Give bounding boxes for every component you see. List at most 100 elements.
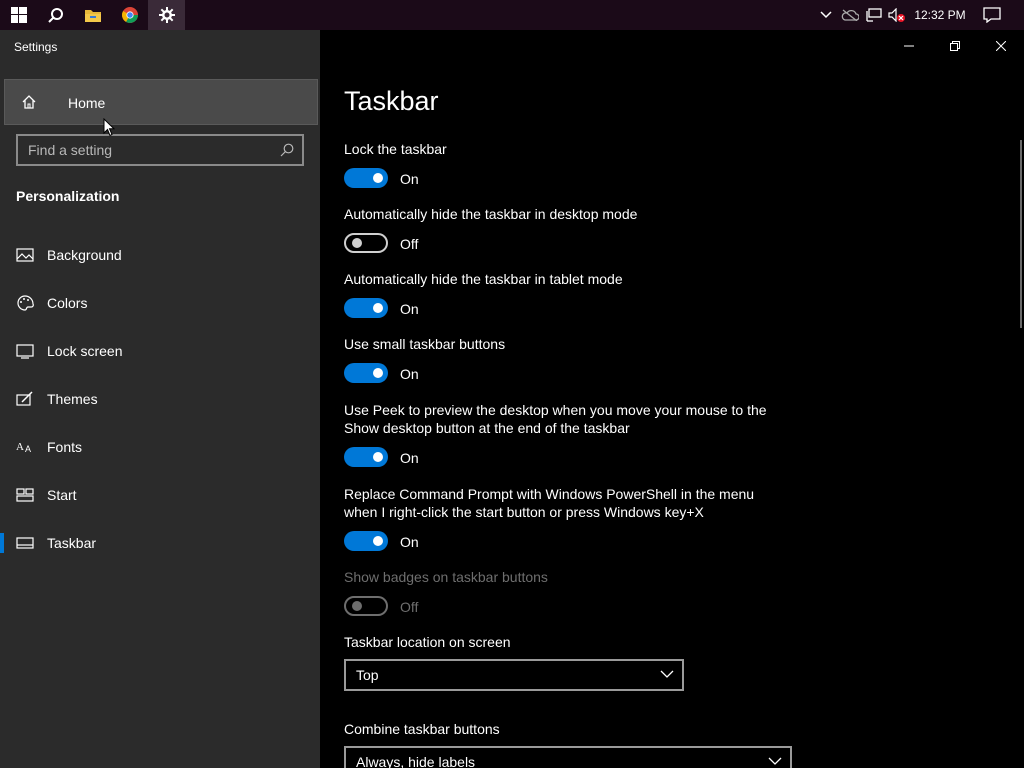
minimize-button[interactable] bbox=[886, 30, 932, 62]
start-button[interactable] bbox=[0, 0, 37, 30]
close-icon bbox=[996, 41, 1006, 51]
onedrive-offline-icon bbox=[841, 9, 859, 21]
toggle-knob bbox=[352, 601, 362, 611]
volume-tray-button[interactable] bbox=[886, 0, 908, 30]
file-explorer-icon bbox=[84, 10, 101, 22]
toggle-state: On bbox=[400, 301, 419, 317]
restore-button[interactable] bbox=[932, 30, 978, 62]
toggle-state: On bbox=[400, 366, 419, 382]
chrome-button[interactable] bbox=[111, 0, 148, 30]
picture-icon bbox=[16, 248, 34, 262]
setting-label-autohide-desktop: Automatically hide the taskbar in deskto… bbox=[344, 206, 638, 222]
powershell-toggle[interactable] bbox=[344, 531, 388, 551]
fonts-icon: A A bbox=[16, 441, 31, 454]
dropdown-value: Top bbox=[356, 667, 379, 683]
badges-toggle bbox=[344, 596, 388, 616]
page-title: Taskbar bbox=[344, 86, 439, 116]
dropdown-value: Always, hide labels bbox=[356, 754, 476, 768]
autohide-desktop-toggle[interactable] bbox=[344, 233, 388, 253]
settings-content: Taskbar Lock the taskbar On Automaticall… bbox=[320, 30, 1024, 768]
themes-brush-icon bbox=[16, 391, 33, 406]
sidebar-item-colors[interactable]: Colors bbox=[0, 283, 320, 323]
sidebar-item-label: Colors bbox=[47, 295, 88, 311]
setting-label-small-buttons: Use small taskbar buttons bbox=[344, 336, 506, 352]
palette-icon bbox=[17, 295, 34, 311]
lock-screen-icon bbox=[16, 344, 34, 359]
toggle-knob bbox=[373, 303, 383, 313]
setting-label-autohide-tablet: Automatically hide the taskbar in tablet… bbox=[344, 271, 623, 287]
toggle-knob bbox=[352, 238, 362, 248]
settings-sidebar: Settings Home Personalization Background… bbox=[0, 30, 320, 768]
autohide-tablet-toggle[interactable] bbox=[344, 298, 388, 318]
sidebar-item-label: Themes bbox=[47, 391, 98, 407]
svg-text:A: A bbox=[25, 444, 31, 454]
action-center-button[interactable] bbox=[978, 0, 1006, 30]
chrome-icon bbox=[121, 7, 138, 23]
home-nav-button[interactable]: Home bbox=[4, 79, 318, 125]
chevron-up-icon bbox=[820, 11, 832, 19]
sidebar-item-themes[interactable]: Themes bbox=[0, 379, 320, 419]
search-input[interactable] bbox=[18, 136, 274, 164]
minimize-icon bbox=[904, 45, 914, 47]
toggle-state: On bbox=[400, 450, 419, 466]
scrollbar-thumb[interactable] bbox=[1020, 140, 1022, 328]
show-hidden-icons-button[interactable] bbox=[815, 0, 837, 30]
home-label: Home bbox=[68, 95, 106, 111]
toggle-knob bbox=[373, 368, 383, 378]
combine-buttons-dropdown[interactable]: Always, hide labels bbox=[344, 746, 792, 768]
restore-icon bbox=[950, 41, 960, 51]
start-tiles-icon bbox=[16, 488, 34, 502]
selection-indicator bbox=[0, 533, 4, 553]
volume-muted-icon bbox=[888, 8, 905, 22]
taskbar-icon bbox=[16, 537, 34, 549]
sidebar-item-background[interactable]: Background bbox=[0, 235, 320, 275]
taskbar-clock[interactable]: 12:32 PM bbox=[908, 0, 972, 30]
sidebar-item-label: Background bbox=[47, 247, 122, 263]
setting-label-peek: Use Peek to preview the desktop when you… bbox=[344, 402, 767, 436]
svg-text:A: A bbox=[16, 441, 24, 453]
file-explorer-button[interactable] bbox=[74, 0, 111, 30]
search-icon bbox=[47, 8, 63, 23]
taskbar-search-button[interactable] bbox=[37, 0, 74, 30]
action-center-icon bbox=[983, 7, 1001, 23]
chevron-down-icon bbox=[660, 670, 674, 678]
sidebar-item-taskbar[interactable]: Taskbar bbox=[0, 523, 320, 563]
search-icon[interactable] bbox=[280, 143, 294, 157]
settings-taskbar-button[interactable] bbox=[148, 0, 185, 30]
onedrive-tray-button[interactable] bbox=[839, 0, 861, 30]
section-heading: Personalization bbox=[16, 188, 120, 204]
network-tray-button[interactable] bbox=[863, 0, 885, 30]
find-setting-search bbox=[16, 134, 304, 166]
sidebar-item-label: Lock screen bbox=[47, 343, 123, 359]
sidebar-item-lock-screen[interactable]: Lock screen bbox=[0, 331, 320, 371]
toggle-state: Off bbox=[400, 599, 419, 615]
sidebar-item-label: Taskbar bbox=[47, 535, 97, 551]
windows-start-icon bbox=[10, 7, 27, 23]
sidebar-item-start[interactable]: Start bbox=[0, 475, 320, 515]
home-icon bbox=[22, 95, 36, 109]
setting-label-lock-taskbar: Lock the taskbar bbox=[344, 141, 447, 157]
toggle-state: On bbox=[400, 534, 419, 550]
setting-label-powershell: Replace Command Prompt with Windows Powe… bbox=[344, 486, 755, 520]
location-label: Taskbar location on screen bbox=[344, 634, 511, 650]
taskbar-location-dropdown[interactable]: Top bbox=[344, 659, 684, 691]
sidebar-item-label: Start bbox=[47, 487, 77, 503]
chevron-down-icon bbox=[768, 757, 782, 765]
peek-toggle[interactable] bbox=[344, 447, 388, 467]
lock-taskbar-toggle[interactable] bbox=[344, 168, 388, 188]
sidebar-item-label: Fonts bbox=[47, 439, 83, 455]
toggle-knob bbox=[373, 452, 383, 462]
sidebar-item-fonts[interactable]: A A Fonts bbox=[0, 427, 320, 467]
toggle-state: Off bbox=[400, 236, 419, 252]
combine-label: Combine taskbar buttons bbox=[344, 721, 500, 737]
toggle-knob bbox=[373, 536, 383, 546]
toggle-state: On bbox=[400, 171, 419, 187]
mouse-cursor-icon bbox=[103, 118, 115, 137]
windows-taskbar: 12:32 PM bbox=[0, 0, 1024, 30]
app-title: Settings bbox=[14, 40, 58, 54]
close-button[interactable] bbox=[978, 30, 1024, 62]
settings-gear-icon bbox=[158, 7, 175, 23]
setting-label-badges: Show badges on taskbar buttons bbox=[344, 569, 548, 585]
toggle-knob bbox=[373, 173, 383, 183]
small-buttons-toggle[interactable] bbox=[344, 363, 388, 383]
